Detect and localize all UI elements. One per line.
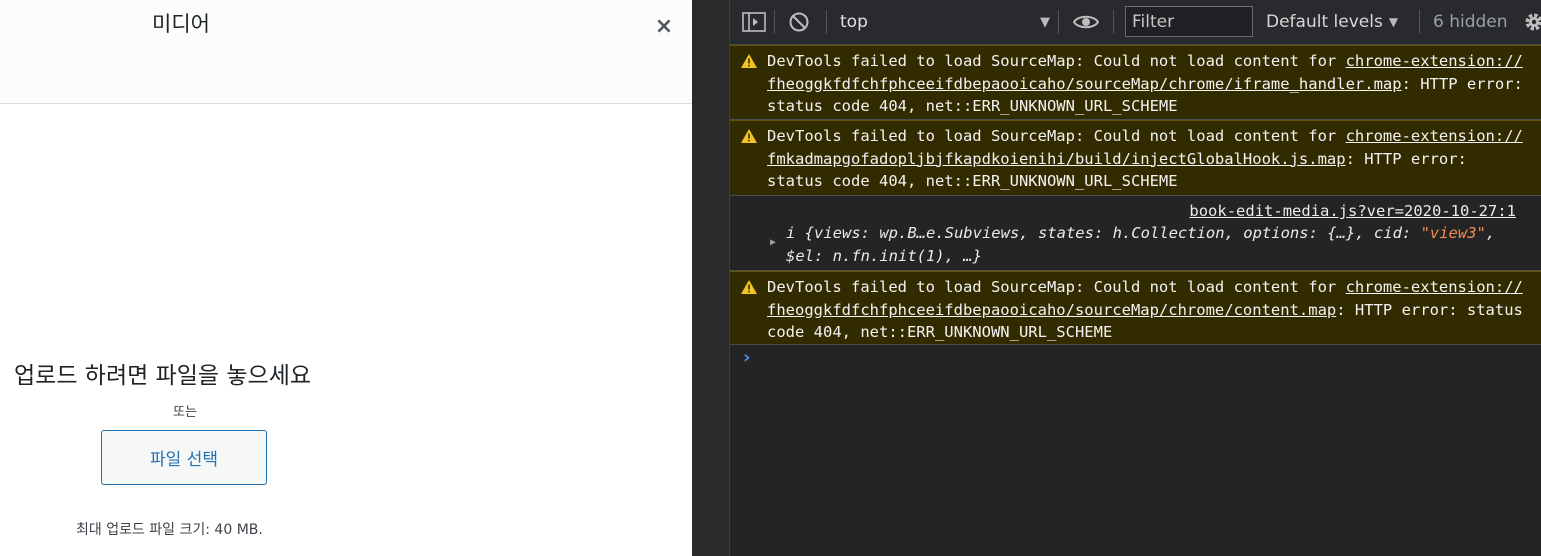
log-levels-label: Default levels xyxy=(1266,12,1383,32)
log-string-value: "view3" xyxy=(1420,224,1486,242)
select-files-button[interactable]: 파일 선택 xyxy=(101,430,267,485)
media-modal: 미디어 × 업로드 하려면 파일을 놓으세요 또는 파일 선택 최대 업로드 파… xyxy=(0,0,692,556)
chevron-down-icon: ▼ xyxy=(1388,15,1399,29)
sidebar-toggle-icon[interactable] xyxy=(742,0,766,44)
toolbar-divider xyxy=(1419,10,1420,34)
toolbar-divider xyxy=(826,10,827,34)
warning-text: DevTools failed to load SourceMap: Could… xyxy=(767,127,1346,145)
gear-icon[interactable] xyxy=(1523,0,1541,44)
toolbar-divider xyxy=(1113,10,1114,34)
prompt-chevron-icon: › xyxy=(743,347,751,368)
warning-text: DevTools failed to load SourceMap: Could… xyxy=(767,278,1346,296)
warning-triangle-icon xyxy=(741,129,757,143)
context-selector[interactable]: top ▼ xyxy=(840,0,1050,44)
warning-triangle-icon xyxy=(741,54,757,68)
log-source-link[interactable]: book-edit-media.js?ver=2020-10-27:1 xyxy=(1189,200,1516,223)
console-messages: DevTools failed to load SourceMap: Could… xyxy=(730,45,1541,373)
modal-header: 미디어 × xyxy=(0,0,692,104)
log-object-preview[interactable]: i {views: wp.B…e.Subviews, states: h.Col… xyxy=(786,222,1526,267)
eye-icon[interactable] xyxy=(1073,0,1099,44)
toolbar-divider xyxy=(1058,10,1059,34)
filter-input[interactable] xyxy=(1125,6,1253,37)
context-value: top xyxy=(840,12,868,32)
console-prompt[interactable]: › xyxy=(730,345,1541,373)
warning-triangle-icon xyxy=(741,280,757,294)
drop-instructions: 업로드 하려면 파일을 놓으세요 xyxy=(14,363,312,389)
log-levels-dropdown[interactable]: Default levels ▼ xyxy=(1266,0,1398,44)
devtools-console-panel: top ▼ Default levels ▼ 6 hidden DevTools… xyxy=(730,0,1541,556)
expand-triangle-icon[interactable]: ▶ xyxy=(770,232,776,255)
max-upload-size: 최대 업로드 파일 크기: 40 MB. xyxy=(76,522,263,538)
close-button[interactable]: × xyxy=(650,12,678,40)
toolbar-divider xyxy=(774,10,775,34)
clear-console-icon[interactable] xyxy=(788,0,810,44)
panel-divider xyxy=(692,0,730,556)
hidden-messages-count: 6 hidden xyxy=(1433,12,1508,32)
console-warning-message: DevTools failed to load SourceMap: Could… xyxy=(730,271,1541,345)
or-label: 또는 xyxy=(173,405,197,420)
console-toolbar: top ▼ Default levels ▼ 6 hidden xyxy=(730,0,1541,45)
upload-drop-zone[interactable]: 업로드 하려면 파일을 놓으세요 또는 파일 선택 최대 업로드 파일 크기: … xyxy=(0,104,692,556)
console-warning-message: DevTools failed to load SourceMap: Could… xyxy=(730,120,1541,196)
warning-text: DevTools failed to load SourceMap: Could… xyxy=(767,52,1346,70)
console-log-message: book-edit-media.js?ver=2020-10-27:1 ▶ i … xyxy=(730,196,1541,271)
console-warning-message: DevTools failed to load SourceMap: Could… xyxy=(730,45,1541,120)
log-object-text: i {views: wp.B…e.Subviews, states: h.Col… xyxy=(786,224,1421,242)
chevron-down-icon: ▼ xyxy=(1040,14,1050,30)
modal-title: 미디어 xyxy=(152,12,210,36)
